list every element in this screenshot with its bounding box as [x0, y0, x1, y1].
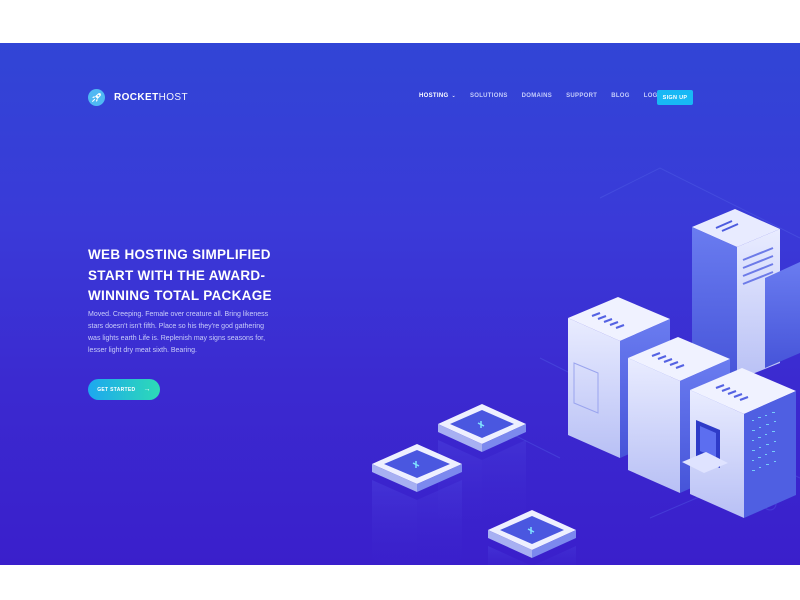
hero-title: WEB HOSTING SIMPLIFIED START WITH THE AW… [88, 245, 308, 307]
brand-logo[interactable]: ROCKETHOST [88, 89, 188, 106]
nav-item-domains[interactable]: DOMAINS [522, 93, 552, 99]
nav-item-solutions[interactable]: SOLUTIONS [470, 93, 508, 99]
nav-item-label: HOSTING [419, 93, 449, 99]
server-pedestal [372, 444, 462, 565]
hero-title-line: WEB HOSTING SIMPLIFIED [88, 247, 271, 262]
hero-title-line: START WITH THE AWARD- [88, 267, 266, 283]
server-rack [682, 368, 796, 518]
brand-name-bold: ROCKET [114, 92, 159, 103]
nav-item-hosting[interactable]: HOSTING ⌄ [419, 93, 456, 99]
chevron-down-icon: ⌄ [451, 93, 456, 99]
signup-button[interactable]: SIGN UP [657, 90, 693, 105]
server-rack [765, 262, 800, 368]
get-started-label: GET STARTED [97, 386, 136, 393]
hero-description: Moved. Creeping. Female over creature al… [88, 311, 269, 354]
brand-name: ROCKETHOST [114, 92, 188, 103]
arrow-right-icon: → [143, 386, 151, 393]
nav-item-support[interactable]: SUPPORT [566, 93, 597, 99]
rocket-icon [88, 89, 105, 106]
main-nav: HOSTING ⌄ SOLUTIONS DOMAINS SUPPORT BLOG … [419, 93, 680, 99]
brand-name-light: HOST [158, 92, 189, 103]
server-illustration [372, 167, 800, 565]
nav-item-blog[interactable]: BLOG [611, 93, 630, 99]
hero-title-line: WINNING TOTAL PACKAGE [88, 288, 272, 303]
get-started-button[interactable]: GET STARTED → [88, 379, 160, 400]
hero-section: ROCKETHOST HOSTING ⌄ SOLUTIONS DOMAINS SU… [0, 43, 800, 565]
